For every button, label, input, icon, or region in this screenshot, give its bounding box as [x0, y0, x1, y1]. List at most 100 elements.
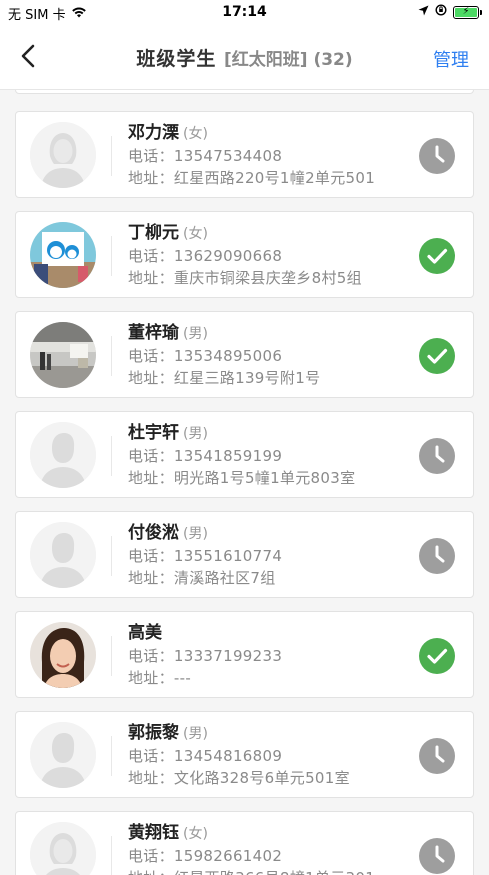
student-card[interactable]: 付俊淞 (男) 电话：13551610774 地址：清溪路社区7组	[15, 511, 474, 598]
name-line: 付俊淞 (男)	[128, 521, 413, 545]
avatar	[30, 222, 96, 288]
manage-button[interactable]: 管理	[433, 46, 469, 72]
address-label: 地址：	[128, 669, 174, 687]
student-name: 高美	[128, 623, 162, 643]
phone-line: 电话：15982661402	[128, 845, 413, 867]
address-label: 地址：	[128, 169, 174, 187]
address-line: 地址：---	[128, 667, 413, 689]
address-line: 地址：红星三路139号附1号	[128, 367, 413, 389]
check-icon[interactable]	[419, 338, 455, 374]
phone-label: 电话：	[128, 447, 174, 465]
phone-value: 13547534408	[173, 147, 283, 165]
name-line: 邓力溧 (女)	[128, 121, 413, 145]
name-line: 黄翔钰 (女)	[128, 821, 413, 845]
student-gender: (男)	[183, 326, 208, 342]
student-card[interactable]: 高美 电话：13337199233 地址：---	[15, 611, 474, 698]
list-item-partial	[15, 90, 474, 94]
student-list[interactable]: 邓力溧 (女) 电话：13547534408 地址：红星西路220号1幢2单元501 丁…	[0, 90, 489, 875]
page-title: 班级学生 [红太阳班] (32)	[0, 44, 489, 71]
student-card[interactable]: 董梓瑜 (男) 电话：13534895006 地址：红星三路139号附1号	[15, 311, 474, 398]
card-divider	[111, 836, 112, 875]
student-info: 邓力溧 (女) 电话：13547534408 地址：红星西路220号1幢2单元501	[128, 121, 413, 189]
student-name: 丁柳元	[128, 223, 179, 243]
phone-line: 电话：13547534408	[128, 145, 413, 167]
student-name: 郭振黎	[128, 723, 179, 743]
student-card[interactable]: 郭振黎 (男) 电话：13454816809 地址：文化路328号6单元501室	[15, 711, 474, 798]
student-card[interactable]: 杜宇轩 (男) 电话：13541859199 地址：明光路1号5幢1单元803室	[15, 411, 474, 498]
phone-label: 电话：	[128, 847, 174, 865]
phone-line: 电话：13551610774	[128, 545, 413, 567]
phone-value: 13551610774	[173, 547, 283, 565]
address-line: 地址：红星西路220号1幢2单元501	[128, 167, 413, 189]
student-gender: (男)	[183, 426, 208, 442]
address-label: 地址：	[128, 269, 174, 287]
check-icon[interactable]	[419, 238, 455, 274]
student-info: 董梓瑜 (男) 电话：13534895006 地址：红星三路139号附1号	[128, 321, 413, 389]
avatar	[30, 622, 96, 688]
clock-icon[interactable]	[419, 738, 455, 774]
name-line: 董梓瑜 (男)	[128, 321, 413, 345]
phone-label: 电话：	[128, 347, 174, 365]
phone-value: 13454816809	[173, 747, 283, 765]
student-info: 杜宇轩 (男) 电话：13541859199 地址：明光路1号5幢1单元803室	[128, 421, 413, 489]
phone-line: 电话：13454816809	[128, 745, 413, 767]
student-card[interactable]: 邓力溧 (女) 电话：13547534408 地址：红星西路220号1幢2单元501	[15, 111, 474, 198]
student-gender: (男)	[183, 726, 208, 742]
address-line: 地址：明光路1号5幢1单元803室	[128, 467, 413, 489]
address-label: 地址：	[128, 369, 174, 387]
card-divider	[111, 536, 112, 576]
address-value: 重庆市铜梁县庆垄乡8村5组	[173, 269, 362, 287]
phone-value: 13629090668	[173, 247, 283, 265]
address-label: 地址：	[128, 569, 174, 587]
student-name: 付俊淞	[128, 523, 179, 543]
student-info: 黄翔钰(女)电话：15982661402地址：红星西路366号8幢1单元301	[128, 821, 413, 875]
student-name: 董梓瑜	[128, 323, 179, 343]
clock-icon[interactable]	[419, 438, 455, 474]
location-icon	[418, 5, 429, 20]
card-divider	[111, 136, 112, 176]
phone-line: 电话：13629090668	[128, 245, 413, 267]
address-value: 明光路1号5幢1单元803室	[173, 469, 356, 487]
address-line: 地址：重庆市铜梁县庆垄乡8村5组	[128, 267, 413, 289]
address-line: 地址：文化路328号6单元501室	[128, 767, 413, 789]
address-label: 地址：	[128, 869, 174, 875]
phone-label: 电话：	[128, 647, 174, 665]
name-line: 杜宇轩 (男)	[128, 421, 413, 445]
student-name: 邓力溧	[128, 123, 179, 143]
student-info: 丁柳元 (女) 电话：13629090668 地址：重庆市铜梁县庆垄乡8村5组	[128, 221, 413, 289]
address-value: ---	[173, 669, 192, 687]
student-name: 杜宇轩	[128, 423, 179, 443]
avatar-placeholder-icon	[30, 522, 96, 588]
phone-value: 15982661402	[173, 847, 283, 865]
avatar-placeholder-icon	[30, 822, 96, 875]
card-divider	[111, 436, 112, 476]
nav-bar: 班级学生 [红太阳班] (32) 管理	[0, 26, 489, 90]
student-info: 付俊淞 (男) 电话：13551610774 地址：清溪路社区7组	[128, 521, 413, 589]
rotation-lock-icon	[435, 4, 447, 20]
status-right: ⚡	[418, 4, 482, 20]
address-value: 文化路328号6单元501室	[173, 769, 350, 787]
student-info: 郭振黎 (男) 电话：13454816809 地址：文化路328号6单元501室	[128, 721, 413, 789]
student-info: 高美 电话：13337199233 地址：---	[128, 621, 413, 689]
address-value: 红星三路139号附1号	[173, 369, 321, 387]
address-value: 红星西路220号1幢2单元501	[173, 169, 376, 187]
student-card[interactable]: 黄翔钰(女)电话：15982661402地址：红星西路366号8幢1单元301	[15, 811, 474, 875]
clock-icon[interactable]	[419, 838, 455, 874]
student-card[interactable]: 丁柳元 (女) 电话：13629090668 地址：重庆市铜梁县庆垄乡8村5组	[15, 211, 474, 298]
address-label: 地址：	[128, 469, 174, 487]
phone-value: 13337199233	[173, 647, 283, 665]
name-line: 丁柳元 (女)	[128, 221, 413, 245]
card-divider	[111, 336, 112, 376]
status-bar: 无 SIM 卡 17:14 ⚡	[0, 0, 489, 26]
student-gender: (女)	[183, 226, 208, 242]
student-gender: (女)	[183, 126, 208, 142]
class-subtitle: [红太阳班] (32)	[223, 50, 353, 70]
name-line: 郭振黎 (男)	[128, 721, 413, 745]
phone-line: 电话：13337199233	[128, 645, 413, 667]
phone-value: 13534895006	[173, 347, 283, 365]
check-icon[interactable]	[419, 638, 455, 674]
clock-icon[interactable]	[419, 138, 455, 174]
phone-line: 电话：13534895006	[128, 345, 413, 367]
address-value: 红星西路366号8幢1单元301	[174, 869, 375, 875]
clock-icon[interactable]	[419, 538, 455, 574]
